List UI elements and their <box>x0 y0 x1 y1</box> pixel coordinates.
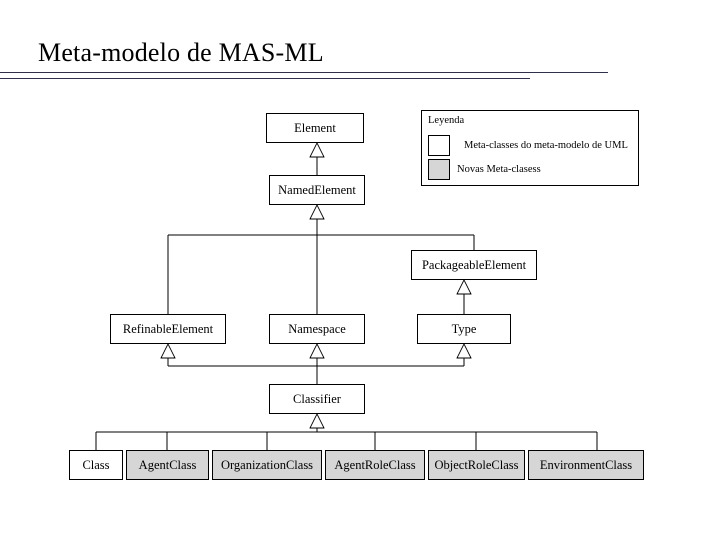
uml-class-label: Class <box>82 458 110 472</box>
legend-entry-new-metaclasses: Novas Meta-clasess <box>428 159 541 180</box>
generalization-arrow <box>309 412 325 429</box>
uml-class-diagram: Element NamedElement PackageableElement … <box>0 0 720 540</box>
uml-class-refinableelement[interactable]: RefinableElement <box>110 314 226 344</box>
generalization-arrow <box>160 342 176 359</box>
legend-swatch-gray-icon <box>428 159 450 180</box>
uml-class-label: AgentClass <box>138 458 197 472</box>
legend-box: Leyenda Meta-classes do meta-modelo de U… <box>421 110 639 186</box>
generalization-arrow <box>456 342 472 359</box>
generalization-arrow <box>309 203 325 220</box>
uml-class-class[interactable]: Class <box>69 450 123 480</box>
uml-class-namedelement[interactable]: NamedElement <box>269 175 365 205</box>
uml-class-label: AgentRoleClass <box>334 458 416 472</box>
uml-class-environmentclass[interactable]: EnvironmentClass <box>528 450 644 480</box>
legend-entry-uml-metaclasses: Meta-classes do meta-modelo de UML <box>428 135 628 156</box>
uml-class-classifier[interactable]: Classifier <box>269 384 365 414</box>
uml-class-label: RefinableElement <box>122 322 214 336</box>
legend-swatch-white-icon <box>428 135 450 156</box>
uml-class-label: Namespace <box>288 322 346 336</box>
legend-title: Leyenda <box>428 115 465 126</box>
uml-class-element[interactable]: Element <box>266 113 364 143</box>
generalization-arrow <box>309 141 325 158</box>
uml-class-label: NamedElement <box>278 183 356 197</box>
generalization-arrow <box>456 278 472 295</box>
uml-class-organizationclass[interactable]: OrganizationClass <box>212 450 322 480</box>
legend-entry-label: Meta-classes do meta-modelo de UML <box>464 139 628 151</box>
legend-entry-label: Novas Meta-clasess <box>457 163 541 175</box>
uml-class-label: Classifier <box>293 392 341 406</box>
uml-class-label: Element <box>294 121 336 135</box>
uml-class-type[interactable]: Type <box>417 314 511 344</box>
uml-class-agentclass[interactable]: AgentClass <box>126 450 209 480</box>
uml-class-namespace[interactable]: Namespace <box>269 314 365 344</box>
uml-class-agentroleclass[interactable]: AgentRoleClass <box>325 450 425 480</box>
uml-class-label: Type <box>451 322 477 336</box>
uml-class-label: ObjectRoleClass <box>434 458 519 472</box>
uml-class-label: PackageableElement <box>421 258 527 272</box>
uml-class-label: OrganizationClass <box>220 458 314 472</box>
uml-class-objectroleclass[interactable]: ObjectRoleClass <box>428 450 525 480</box>
generalization-arrow <box>309 342 325 359</box>
slide-canvas: Meta-modelo de MAS-ML Element NamedEleme… <box>0 0 720 540</box>
uml-class-packageableelement[interactable]: PackageableElement <box>411 250 537 280</box>
uml-class-label: EnvironmentClass <box>539 458 633 472</box>
